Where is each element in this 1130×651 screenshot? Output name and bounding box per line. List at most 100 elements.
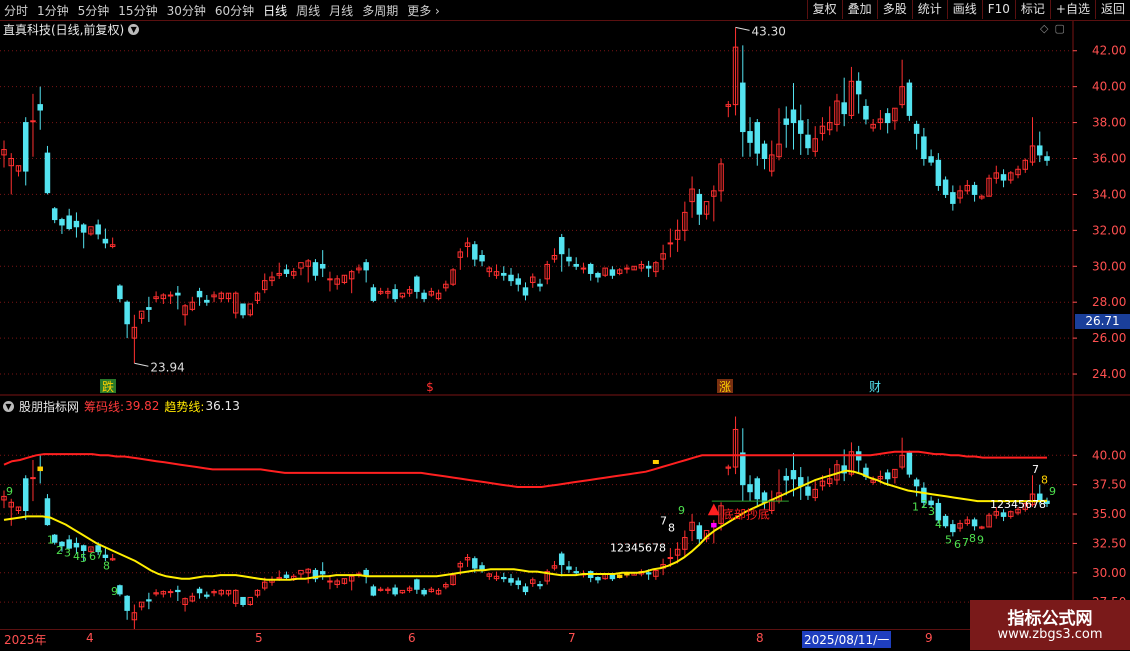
main-candle (327, 278, 333, 281)
watermark-title: 指标公式网 (1007, 609, 1093, 629)
main-candle (855, 80, 862, 95)
y-tick-label: 32.00 (1092, 223, 1126, 237)
high-pointer (735, 26, 750, 31)
ind-candle (73, 542, 80, 548)
ind-candle (754, 478, 761, 500)
ind-candle (196, 588, 203, 594)
main-candle (797, 120, 804, 134)
count-label: 8 (103, 559, 110, 572)
ind-candle (696, 525, 703, 540)
site-watermark: 指标公式网 www.zbgs3.com (970, 600, 1130, 650)
ind-candle (363, 569, 369, 576)
main-candle (370, 287, 377, 301)
main-candle (754, 122, 761, 154)
ind-candle (522, 586, 529, 593)
y-tick-label: 34.00 (1092, 187, 1126, 201)
main-candle (624, 267, 630, 270)
event-marker: 财 (869, 380, 881, 394)
count-label: 7 (660, 515, 667, 528)
count-label: 4 (73, 550, 80, 563)
ind-candle (711, 522, 717, 528)
main-candle (537, 283, 543, 287)
main-candle (59, 219, 65, 226)
ind-candle (319, 571, 326, 575)
main-candle (204, 299, 210, 303)
ind-candle (479, 565, 485, 570)
ind-candle (298, 569, 304, 575)
main-candle (761, 143, 768, 160)
ind-candle (566, 566, 572, 570)
ind-candle (124, 595, 130, 611)
main-candle (30, 120, 36, 123)
trend-line-label: 趋势线: (164, 399, 205, 414)
ind-candle (609, 574, 616, 580)
event-marker: 涨 (719, 379, 731, 394)
ind-candle (783, 475, 789, 481)
indicator-name[interactable]: 股朋指标网 (19, 398, 79, 415)
ind-candle (283, 574, 290, 578)
current-price-tag: 26.71 (1075, 314, 1130, 329)
main-candle (283, 269, 290, 274)
main-candle (167, 294, 174, 297)
date-label-1: 4 (86, 631, 94, 645)
main-candle (805, 134, 811, 149)
main-candle (319, 263, 326, 269)
ind-candle (645, 572, 652, 575)
main-candle (595, 272, 601, 278)
y-tick-label: 28.00 (1092, 295, 1126, 309)
main-candle (298, 262, 304, 269)
date-axis: 2025年 4 5 6 7 8 2025/08/11/一 9 (0, 629, 1130, 651)
ind-candle (44, 498, 51, 526)
low-pointer (134, 362, 149, 367)
count-label: 7 (962, 536, 969, 549)
y-tick-label: 24.00 (1092, 367, 1126, 381)
ind-candle (392, 587, 398, 595)
main-candle (566, 256, 572, 262)
ind-candle (1000, 512, 1007, 517)
main-candle (508, 274, 514, 282)
ind-candle (414, 579, 420, 590)
count-label: 6 (89, 550, 96, 563)
main-candle (73, 220, 80, 228)
y-tick-label: 30.00 (1092, 259, 1126, 273)
date-label-3: 6 (408, 631, 416, 645)
main-candle (928, 156, 934, 163)
ind-candle (537, 584, 543, 587)
main-candle (479, 254, 485, 262)
count-label: 12345678 (990, 498, 1046, 511)
ind-candle (971, 519, 978, 527)
watermark-url: www.zbgs3.com (997, 627, 1103, 642)
ind-candle (790, 470, 797, 480)
main-candle (863, 105, 869, 120)
chevron-down-icon[interactable]: ▼ (3, 400, 14, 412)
ind-y-tick-label: 40.00 (1092, 448, 1126, 462)
main-candle (37, 104, 43, 111)
main-candle (906, 82, 913, 116)
event-marker: $ (426, 380, 434, 394)
count-label: 9 (678, 504, 685, 517)
count-label: 4 (935, 518, 942, 531)
flag-marker (652, 459, 659, 464)
high-label: 43.30 (752, 24, 786, 38)
event-marker: 跌 (102, 379, 114, 394)
y-tick-label: 38.00 (1092, 116, 1126, 130)
ind-candle (508, 578, 514, 583)
ind-candle (472, 558, 478, 569)
main-candle (740, 82, 746, 133)
main-candle (950, 192, 956, 204)
main-candle (312, 262, 319, 276)
main-candle (573, 263, 579, 267)
count-label: 8 (969, 532, 976, 545)
main-candle (146, 307, 152, 310)
count-label: 7 (1032, 463, 1039, 476)
main-candle (935, 159, 942, 186)
ind-candle (740, 452, 746, 486)
main-candle (22, 122, 29, 172)
price-chart[interactable]: 42.00 40.00 38.00 36.00 34.00 32.00 30.00 28.00… (0, 0, 1130, 630)
main-candle (102, 238, 109, 244)
ind-candle (102, 554, 109, 559)
main-candle (175, 292, 181, 296)
main-candle (942, 179, 949, 195)
ind-candle (624, 573, 630, 576)
main-candle (580, 267, 587, 270)
